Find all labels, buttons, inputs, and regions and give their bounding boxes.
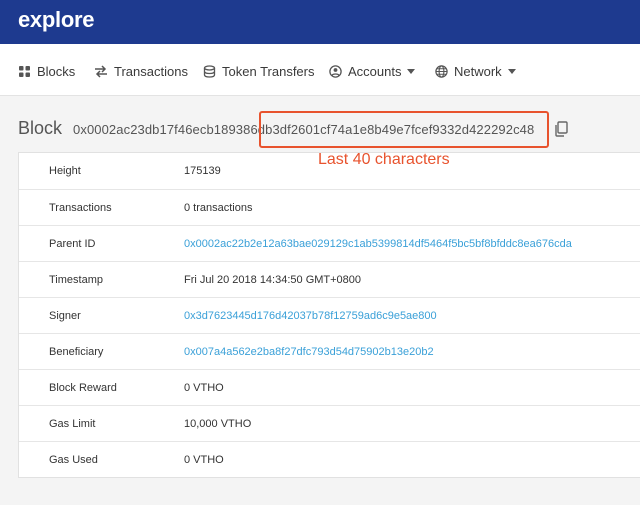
detail-label: Timestamp (49, 273, 103, 286)
nav-item-accounts[interactable]: Accounts (329, 62, 416, 80)
chevron-down-icon (507, 68, 516, 74)
detail-row-gas-used: Gas Used 0 VTHO (19, 441, 640, 477)
detail-row-timestamp: Timestamp Fri Jul 20 2018 14:34:50 GMT+0… (19, 261, 640, 297)
nav-item-label: Token Transfers (222, 63, 315, 79)
copy-icon[interactable] (554, 121, 568, 137)
nav-item-blocks[interactable]: Blocks (18, 62, 75, 80)
detail-row-signer: Signer 0x3d7623445d176d42037b78f12759ad6… (19, 297, 640, 333)
detail-label: Beneficiary (49, 345, 104, 358)
blocks-icon (19, 65, 30, 77)
brand-logo[interactable]: explore (18, 7, 94, 33)
detail-row-block-reward: Block Reward 0 VTHO (19, 369, 640, 405)
detail-row-gas-limit: Gas Limit 10,000 VTHO (19, 405, 640, 441)
nav-item-network[interactable]: Network (435, 62, 516, 80)
detail-value: 0 VTHO (184, 453, 224, 466)
annotation-highlight-box (259, 111, 549, 148)
signer-link[interactable]: 0x3d7623445d176d42037b78f12759ad6c9e5ae8… (184, 310, 437, 322)
detail-value: Fri Jul 20 2018 14:34:50 GMT+0800 (184, 273, 362, 286)
main-nav: Blocks Transactions Token Transfers Acco… (0, 44, 640, 96)
nav-item-label: Network (454, 63, 502, 79)
detail-label: Block Reward (49, 381, 117, 394)
chevron-down-icon (407, 68, 416, 74)
detail-row-transactions: Transactions 0 transactions (19, 189, 640, 225)
detail-value: 0 VTHO (184, 381, 224, 394)
detail-label: Signer (49, 309, 81, 322)
nav-item-label: Blocks (37, 63, 76, 79)
transfer-arrows-icon (95, 64, 107, 78)
detail-label: Parent ID (49, 237, 96, 250)
detail-row-beneficiary: Beneficiary 0x007a4a562e2ba8f27dfc793d54… (19, 333, 640, 369)
detail-row-parent-id: Parent ID 0x0002ac22b2e12a63bae029129c1a… (19, 225, 640, 261)
detail-value: 10,000 VTHO (184, 417, 252, 430)
nav-item-transactions[interactable]: Transactions (94, 62, 188, 80)
detail-value: 0 transactions (184, 201, 253, 214)
detail-label: Gas Used (49, 453, 98, 466)
annotation-label: Last 40 characters (318, 151, 450, 168)
block-details-table: Height 175139 Transactions 0 transaction… (18, 152, 640, 478)
parent-id-link[interactable]: 0x0002ac22b2e12a63bae029129c1ab5399814df… (184, 238, 572, 250)
detail-label: Transactions (49, 201, 112, 214)
account-circle-icon (329, 64, 342, 78)
coins-icon (203, 64, 216, 78)
nav-item-label: Accounts (348, 63, 402, 79)
block-label: Block (18, 118, 63, 138)
nav-item-token-transfers[interactable]: Token Transfers (203, 62, 315, 80)
beneficiary-link[interactable]: 0x007a4a562e2ba8f27dfc793d54d75902b13e20… (184, 346, 434, 358)
top-header-bar: explore (0, 0, 640, 44)
detail-label: Height (49, 165, 81, 177)
detail-value: 175139 (184, 165, 221, 177)
globe-icon (435, 64, 448, 78)
detail-label: Gas Limit (49, 417, 96, 430)
nav-item-label: Transactions (114, 63, 188, 79)
